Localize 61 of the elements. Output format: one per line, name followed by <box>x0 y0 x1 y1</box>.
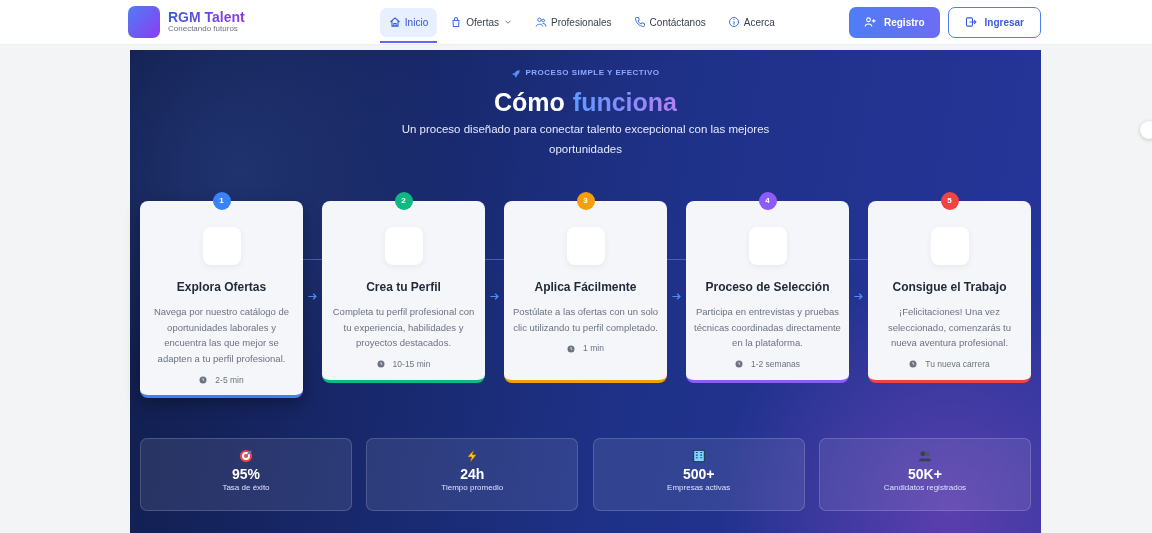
step-title: Aplica Fácilmente <box>533 279 638 297</box>
step-duration: 1 min <box>583 342 604 356</box>
step-title: Crea tu Perfil <box>365 279 442 297</box>
stat-label: Tasa de éxito <box>222 482 270 495</box>
arrow-right-icon <box>671 290 682 302</box>
step-title: Explora Ofertas <box>175 279 268 297</box>
step-number: 2 <box>394 192 413 211</box>
add-user-icon <box>863 16 876 28</box>
stat-label: Candidatos registrados <box>883 482 967 495</box>
step-description: Navega por nuestro catálogo de oportunidades laborales y encuentra las que mejor se adapten a tu perfil profesional. <box>152 305 291 367</box>
nav-link[interactable]: Acerca <box>718 7 784 37</box>
step-duration: 2-5 min <box>215 373 244 387</box>
step-duration: 1-2 semanas <box>750 358 801 371</box>
step-number: 3 <box>576 192 595 211</box>
people-icon <box>535 16 547 28</box>
arrow-right-icon <box>853 290 864 302</box>
lightning-icon <box>465 448 480 463</box>
step-number: 4 <box>758 192 777 211</box>
brand-logo[interactable] <box>128 6 160 38</box>
section-subtitle: Un proceso diseñado para conectar talento excepcional con las mejores oportunidades <box>400 122 771 157</box>
step-description: ¡Felicitaciones! Una vez seleccionado, comenzarás tu nueva aventura profesional. <box>886 305 1012 351</box>
stat-label: Tiempo promedio <box>441 482 504 495</box>
section-eyebrow: PROCESO SIMPLE Y EFECTIVO <box>525 67 660 80</box>
clock-icon <box>567 344 576 353</box>
arrow-right-icon <box>489 290 500 302</box>
stat-value: 50K+ <box>908 465 942 483</box>
nav-link[interactable]: Contáctanos <box>624 7 715 37</box>
info-icon <box>727 16 740 28</box>
stat-value: 500+ <box>682 465 715 483</box>
target-icon <box>239 448 253 463</box>
login-icon <box>964 16 977 28</box>
nav-link[interactable]: Profesionales <box>526 7 621 37</box>
section-title: Cómo <box>494 86 565 118</box>
home-icon <box>388 16 401 28</box>
step-description: Postúlate a las ofertas con un solo clic utilizando tu perfil completado. <box>512 305 659 335</box>
stat-label: Empresas activas <box>667 482 731 495</box>
nav-link[interactable]: Ofertas <box>441 7 522 37</box>
step-duration: Tu nueva carrera <box>925 358 990 371</box>
arrow-right-icon <box>307 290 318 302</box>
phone-icon <box>633 16 646 28</box>
bag-icon <box>450 16 463 28</box>
step-number: 1 <box>212 192 231 211</box>
clock-icon <box>376 360 385 369</box>
stat-value: 95% <box>232 465 260 483</box>
clock-icon <box>734 360 743 369</box>
step-description: Participa en entrevistas y pruebas técnicas coordinadas directamente en la plataforma. <box>694 305 841 351</box>
stat-value: 24h <box>460 465 485 483</box>
clock-icon <box>199 376 208 385</box>
step-duration: 10-15 min <box>392 358 431 371</box>
step-title: Consigue el Trabajo <box>891 279 1008 297</box>
rocket-icon <box>511 69 522 80</box>
login-button[interactable]: Ingresar <box>947 6 1041 38</box>
building-icon <box>691 448 706 463</box>
brand-tagline: Conectando futuros <box>168 24 239 34</box>
step-number: 5 <box>940 192 959 211</box>
step-description: Completa tu perfil profesional con tu experiencia, habilidades y proyectos destacados. <box>331 305 476 351</box>
register-button[interactable]: Registro <box>848 6 940 38</box>
brand-name: RGM Talent <box>168 10 245 25</box>
clock-icon <box>909 360 918 369</box>
step-title: Proceso de Selección <box>704 279 831 297</box>
people-icon <box>918 448 932 463</box>
